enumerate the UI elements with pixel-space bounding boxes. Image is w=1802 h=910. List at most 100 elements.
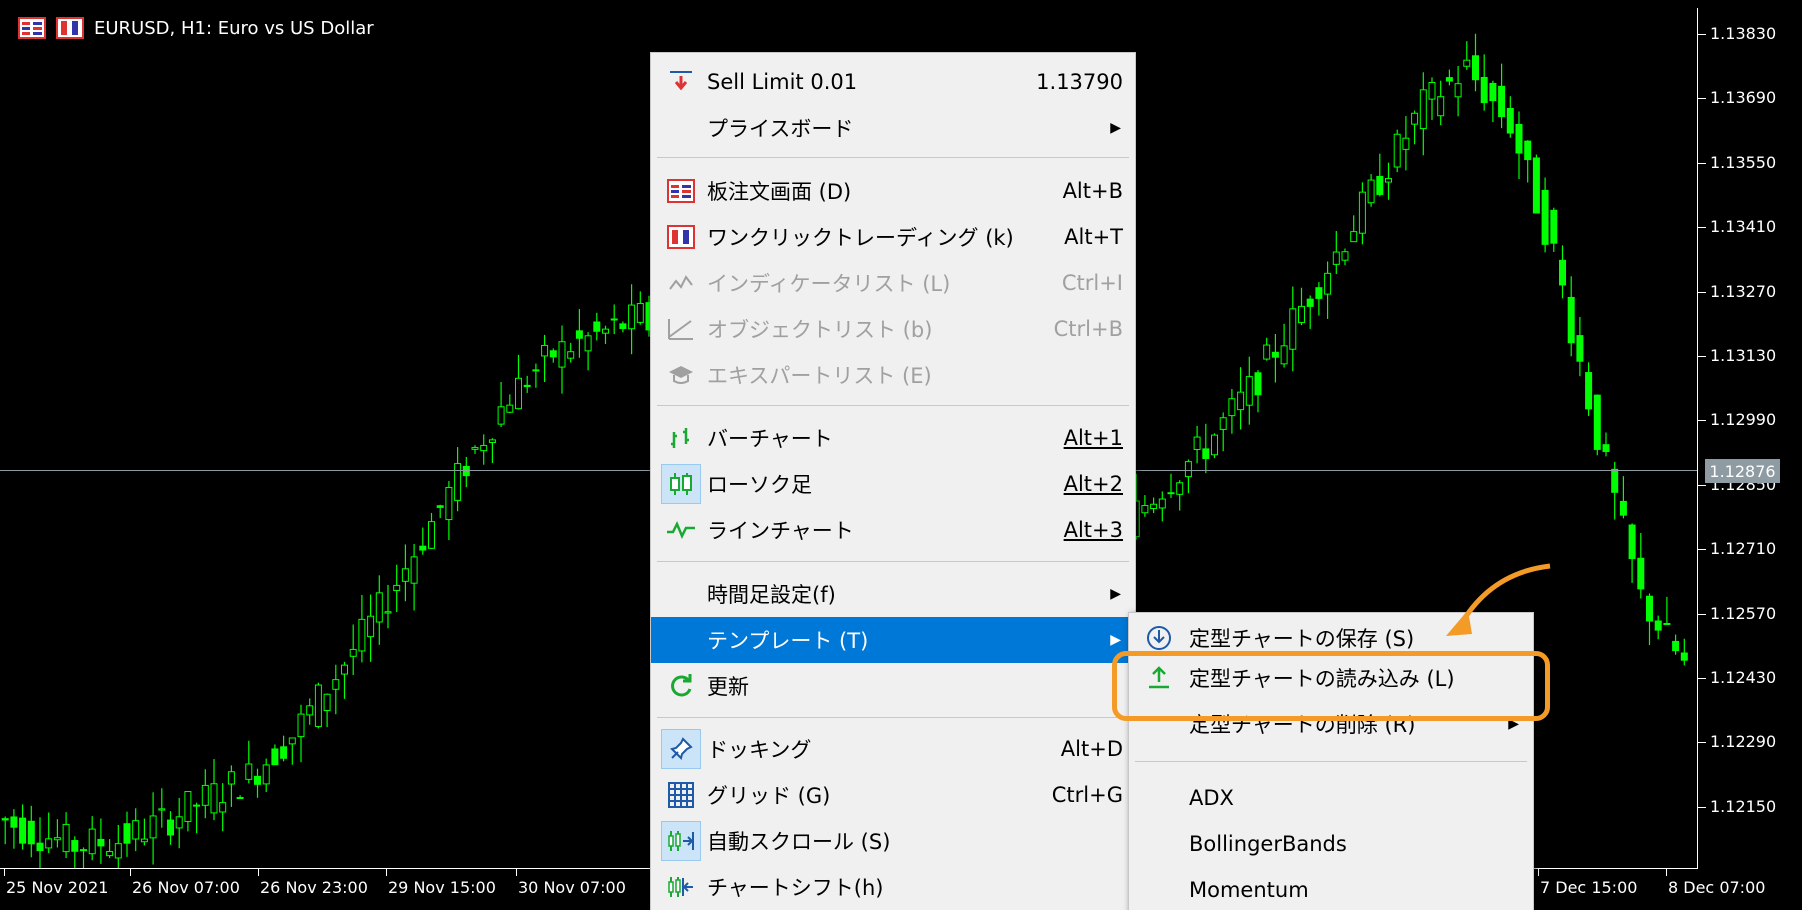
price-tick <box>1698 484 1706 486</box>
candle-body <box>1271 351 1279 358</box>
order-book-icon[interactable] <box>18 17 46 39</box>
candle-body <box>106 851 114 857</box>
candle-body <box>167 819 174 836</box>
candle-body <box>1245 376 1253 406</box>
candle-body <box>488 439 496 444</box>
candle-body <box>1193 436 1201 451</box>
current-price-badge: 1.12876 <box>1705 459 1780 483</box>
candle-body <box>88 828 96 855</box>
menu-item-order-book[interactable]: 板注文画面 (D) Alt+B <box>651 168 1135 214</box>
candle-body <box>1506 107 1514 134</box>
chart-title-bar: EURUSD, H1: Euro vs US Dollar <box>18 14 374 42</box>
candle-body <box>349 648 357 657</box>
candle-body <box>80 849 87 852</box>
menu-item-docking[interactable]: ドッキング Alt+D <box>651 726 1135 772</box>
price-tick <box>1698 678 1706 679</box>
menu-item-auto-scroll[interactable]: 自動スクロール (S) <box>651 818 1135 864</box>
candle-body <box>1480 76 1488 104</box>
candle-body <box>219 802 227 813</box>
candlestick-icon <box>661 464 701 504</box>
candle-body <box>384 611 392 614</box>
pin-icon <box>661 729 701 769</box>
time-tick <box>130 868 131 876</box>
menu-item-expert-list[interactable]: エキスパートリスト (E) <box>651 352 1135 398</box>
price-tick <box>1698 98 1706 100</box>
candle-body <box>1237 391 1245 411</box>
candle-body <box>1680 652 1688 661</box>
menu-item-indicator-list[interactable]: インディケータリスト (L) Ctrl+I <box>651 260 1135 306</box>
submenu-item-template-momentum[interactable]: Momentum <box>1129 867 1533 910</box>
candle-body <box>262 764 270 785</box>
candle-body <box>175 816 183 829</box>
candle-body <box>375 592 383 623</box>
candle-body <box>1376 175 1384 195</box>
price-tick <box>1698 162 1706 164</box>
submenu-arrow-icon: ▶ <box>1110 586 1121 602</box>
candle-body <box>1393 133 1401 168</box>
candle-body <box>584 335 592 352</box>
candle-body <box>245 763 253 780</box>
menu-item-sell-limit[interactable]: Sell Limit 0.01 1.13790 <box>651 59 1135 105</box>
price-tick <box>1698 420 1706 422</box>
candle-body <box>1672 640 1680 652</box>
menu-item-chart-shift[interactable]: チャートシフト(h) <box>651 864 1135 910</box>
callout-arrow-icon <box>1446 563 1551 636</box>
submenu-arrow-icon: ▶ <box>1110 120 1121 136</box>
candle-body <box>532 369 540 372</box>
candle-body <box>523 384 531 388</box>
candle-body <box>254 775 261 785</box>
candle-body <box>1463 59 1471 67</box>
candle-body <box>410 556 418 584</box>
candle-body <box>1567 296 1575 344</box>
candle-body <box>132 820 140 840</box>
candle-body <box>62 823 70 853</box>
menu-item-bar-chart[interactable]: バーチャート Alt+1 <box>651 415 1135 461</box>
menu-item-object-list[interactable]: オブジェクトリスト (b) Ctrl+B <box>651 306 1135 352</box>
menu-item-price-board[interactable]: プライスボード ▶ <box>651 105 1135 151</box>
time-tick <box>4 868 5 876</box>
candle-body <box>358 618 366 652</box>
candle-body <box>1445 77 1453 82</box>
candle-body <box>419 545 427 551</box>
candle-body <box>471 447 479 450</box>
candle-body <box>1550 209 1558 244</box>
price-tick <box>1698 742 1706 744</box>
candle-body <box>332 679 340 690</box>
candle-body <box>158 808 166 811</box>
price-label: 1.12990 <box>1710 410 1777 430</box>
sell-limit-icon <box>665 66 697 98</box>
candle-body <box>1402 137 1410 150</box>
candle-body <box>227 771 235 785</box>
candle-body <box>71 840 79 852</box>
menu-item-candlestick[interactable]: ローソク足 Alt+2 <box>651 461 1135 507</box>
menu-separator <box>657 405 1129 406</box>
menu-item-one-click-trading[interactable]: ワンクリックトレーディング (k) Alt+T <box>651 214 1135 260</box>
candle-body <box>36 842 44 852</box>
candle-body <box>515 377 522 410</box>
submenu-item-template-adx[interactable]: ADX <box>1129 775 1533 821</box>
one-click-trading-icon[interactable] <box>56 17 84 39</box>
candle-body <box>45 838 53 849</box>
candle-body <box>1541 189 1549 245</box>
bar-chart-icon <box>665 422 697 454</box>
candle-body <box>1454 83 1462 98</box>
chart-shift-icon <box>665 871 697 903</box>
price-tick <box>1698 291 1706 293</box>
menu-item-timeframe[interactable]: 時間足設定(f) ▶ <box>651 571 1135 617</box>
candle-body <box>628 304 636 330</box>
candle-body <box>1324 272 1332 295</box>
menu-item-refresh[interactable]: 更新 <box>651 663 1135 709</box>
menu-item-template[interactable]: テンプレート (T) ▶ <box>651 617 1135 663</box>
submenu-item-template-bollinger[interactable]: BollingerBands <box>1129 821 1533 867</box>
candle-body <box>541 344 549 357</box>
price-label: 1.12430 <box>1710 668 1777 687</box>
price-label: 1.13830 <box>1710 24 1777 43</box>
time-label: 29 Nov 15:00 <box>388 878 496 897</box>
menu-item-grid[interactable]: グリッド (G) Ctrl+G <box>651 772 1135 818</box>
candle-body <box>1663 622 1671 625</box>
price-label: 1.13410 <box>1710 217 1777 237</box>
menu-item-line-chart[interactable]: ラインチャート Alt+3 <box>651 507 1135 553</box>
price-label: 1.13690 <box>1710 88 1777 108</box>
candle-body <box>1332 251 1340 265</box>
indicator-icon <box>665 267 697 299</box>
